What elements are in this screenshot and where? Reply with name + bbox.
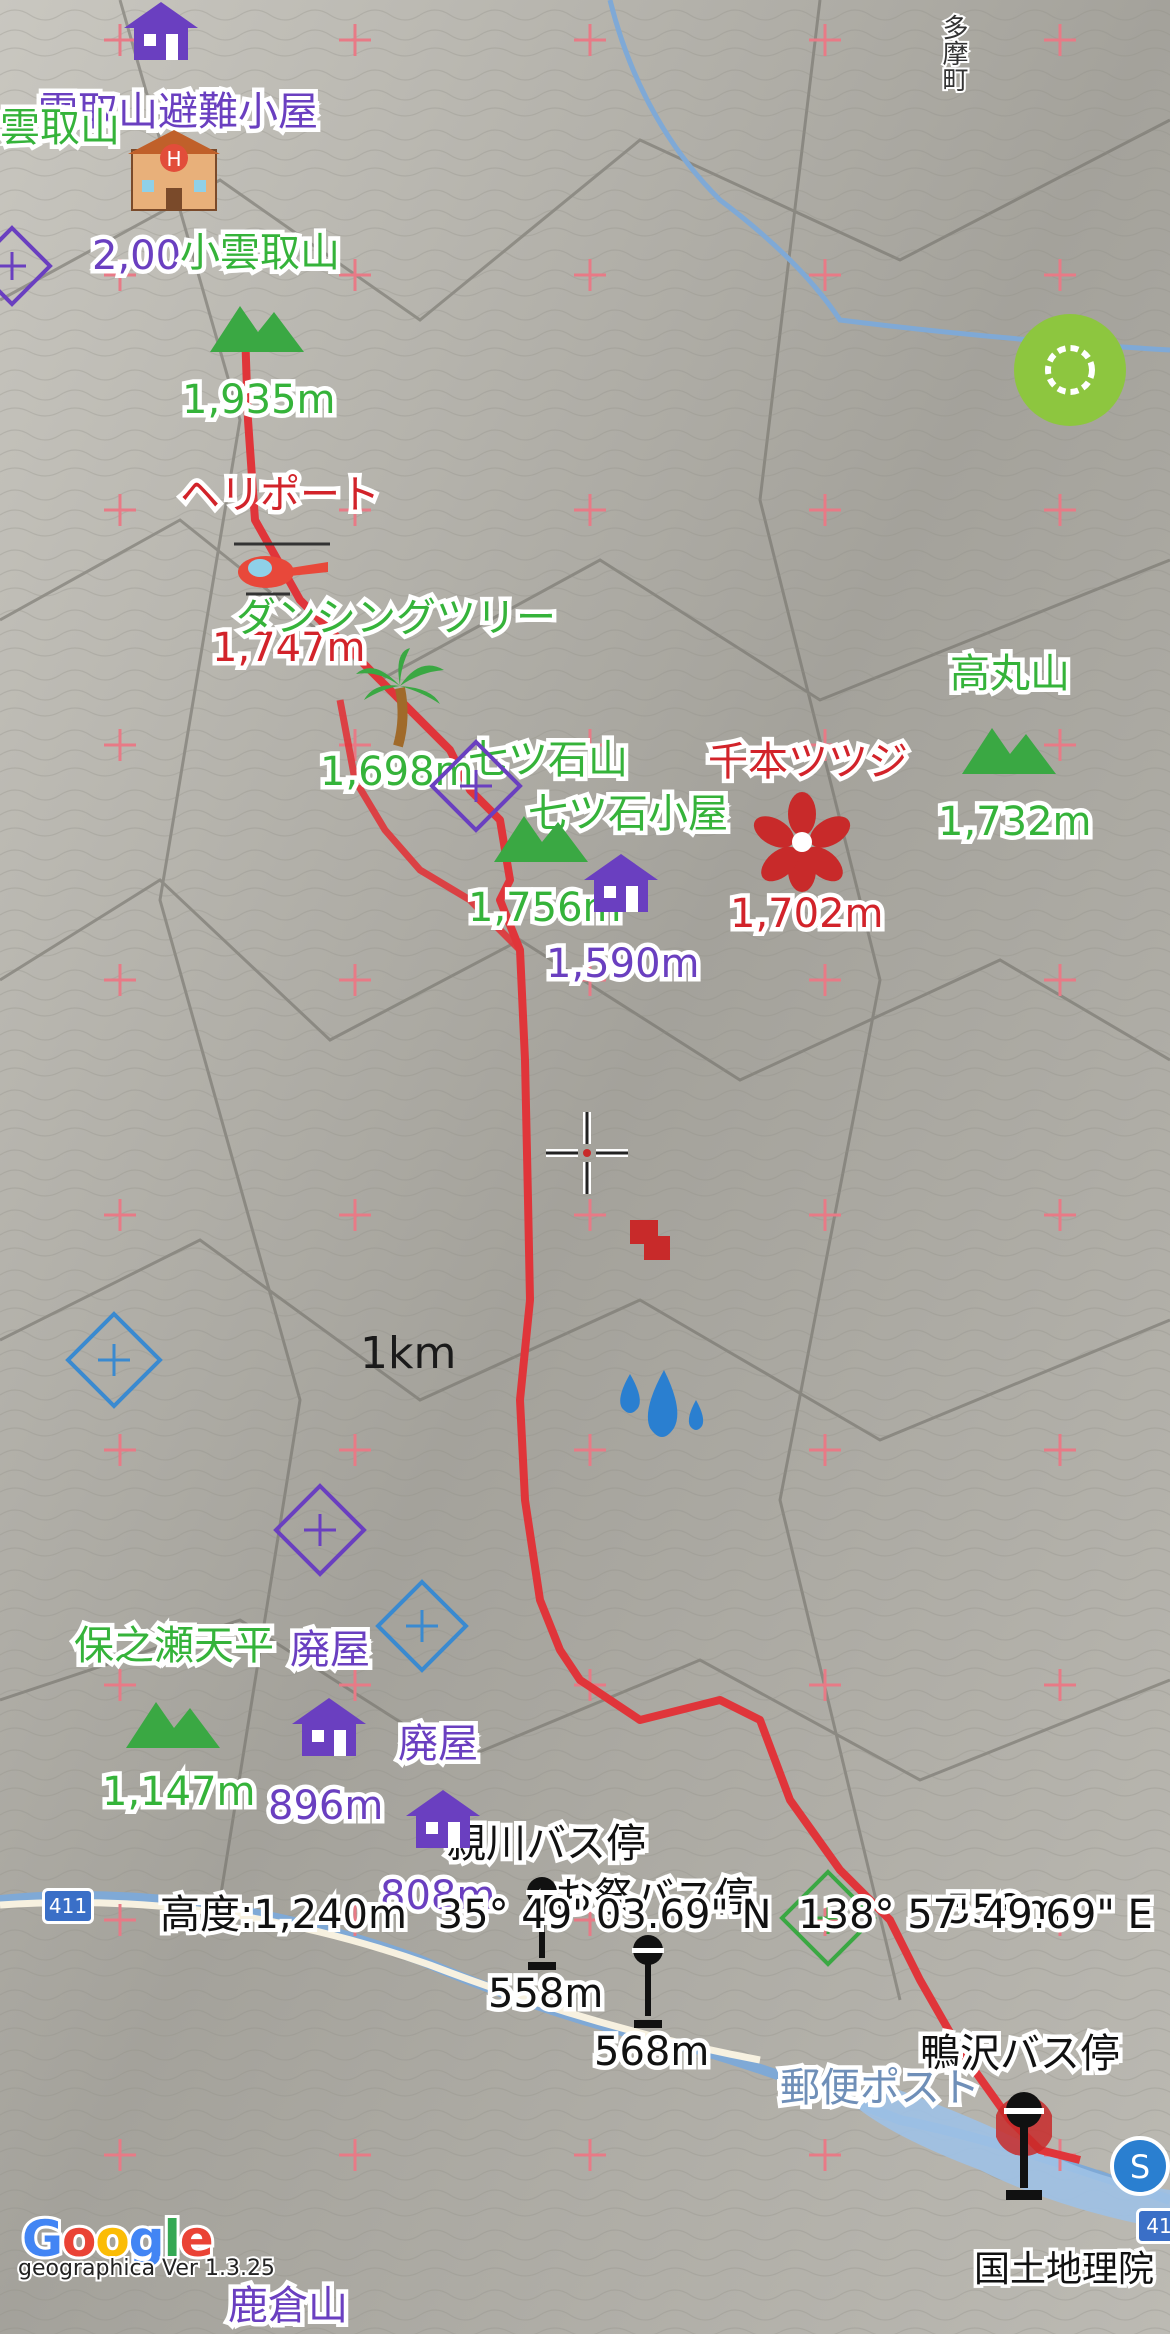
kumotori-elev-label: 2,00	[87, 232, 185, 281]
svg-text:S: S	[1130, 2148, 1150, 2186]
hut-icon[interactable]	[290, 1696, 368, 1758]
mountain-icon[interactable]	[208, 298, 306, 354]
ruin1-elev: 896m	[263, 1782, 387, 1831]
bus-stop-icon[interactable]	[628, 1934, 668, 2030]
kokumotori-elev: 1,935m	[177, 376, 340, 425]
omatsuri-elev1: 558m	[483, 1970, 607, 2019]
route-411-badge-right: 41	[1136, 2208, 1170, 2244]
bus-stop-icon[interactable]	[996, 2086, 1052, 2206]
senbon-elev: 1,702m	[725, 890, 888, 939]
kakurayama-label: 鹿倉山	[224, 2282, 353, 2331]
diamond-marker-icon[interactable]	[272, 1482, 368, 1578]
compass-icon[interactable]	[1012, 312, 1128, 428]
latitude-readout: 35° 49' 03.69" N	[434, 1888, 776, 1942]
svg-text:H: H	[166, 147, 181, 171]
post-label: 郵便ポスト	[776, 2064, 985, 2113]
hotel-icon[interactable]: H	[126, 128, 222, 212]
mountain-icon[interactable]	[492, 808, 590, 864]
ruin1-label: 廃屋	[286, 1626, 375, 1675]
palm-tree-icon[interactable]	[354, 648, 446, 748]
kokumotori-label: 小雲取山	[176, 229, 345, 278]
hut-icon[interactable]	[122, 0, 200, 62]
route-marker-icon	[630, 1220, 670, 1260]
diamond-marker-icon[interactable]	[64, 1310, 164, 1410]
takamaru-elev: 1,732m	[933, 798, 1096, 847]
mountain-icon[interactable]	[960, 720, 1058, 776]
kumotori-peak-label: 雲取山	[0, 104, 125, 153]
honose-elev: 1,147m	[97, 1768, 260, 1817]
helicopter-icon[interactable]	[230, 538, 334, 602]
heliport-label: ヘリポート	[176, 471, 385, 520]
diamond-marker-icon[interactable]	[374, 1578, 470, 1674]
elevation-readout: 高度:1,240m	[156, 1888, 411, 1942]
map-credit: 国土地理院	[970, 2246, 1157, 2294]
nanatsuishi-hut-elev: 1,590m	[541, 940, 704, 989]
app-version: geographica Ver 1.3.25	[16, 2254, 277, 2283]
mountain-icon[interactable]	[124, 1694, 222, 1750]
senbon-label: 千本ツツジ	[704, 738, 913, 787]
crosshair-icon[interactable]	[544, 1110, 630, 1196]
dancing-tree-label: ダンシングツリー	[232, 594, 561, 643]
scale-label: 1km	[360, 1328, 457, 1379]
omatsuri-elev2: 568m	[589, 2028, 713, 2077]
route-411-badge: 411	[42, 1888, 94, 1924]
honose-label: 保之瀬天平	[70, 1622, 279, 1671]
diamond-marker-icon[interactable]	[0, 224, 54, 308]
hut-icon[interactable]	[582, 852, 660, 914]
takamaru-label: 高丸山	[946, 650, 1075, 699]
parking-icon[interactable]: S	[1110, 2136, 1170, 2196]
status-bar: 高度:1,240m 35° 49' 03.69" N 138° 57' 49.6…	[156, 1882, 1157, 1942]
hut-icon[interactable]	[404, 1788, 482, 1850]
crosshair-icon[interactable]	[542, 0, 630, 88]
flower-icon[interactable]	[752, 792, 852, 892]
town-label: 多摩町	[936, 12, 970, 94]
ruin2-label: 廃屋	[394, 1720, 483, 1769]
longitude-readout: 138° 57' 49.69" E	[794, 1888, 1157, 1942]
water-drop-icon[interactable]	[612, 1370, 708, 1450]
